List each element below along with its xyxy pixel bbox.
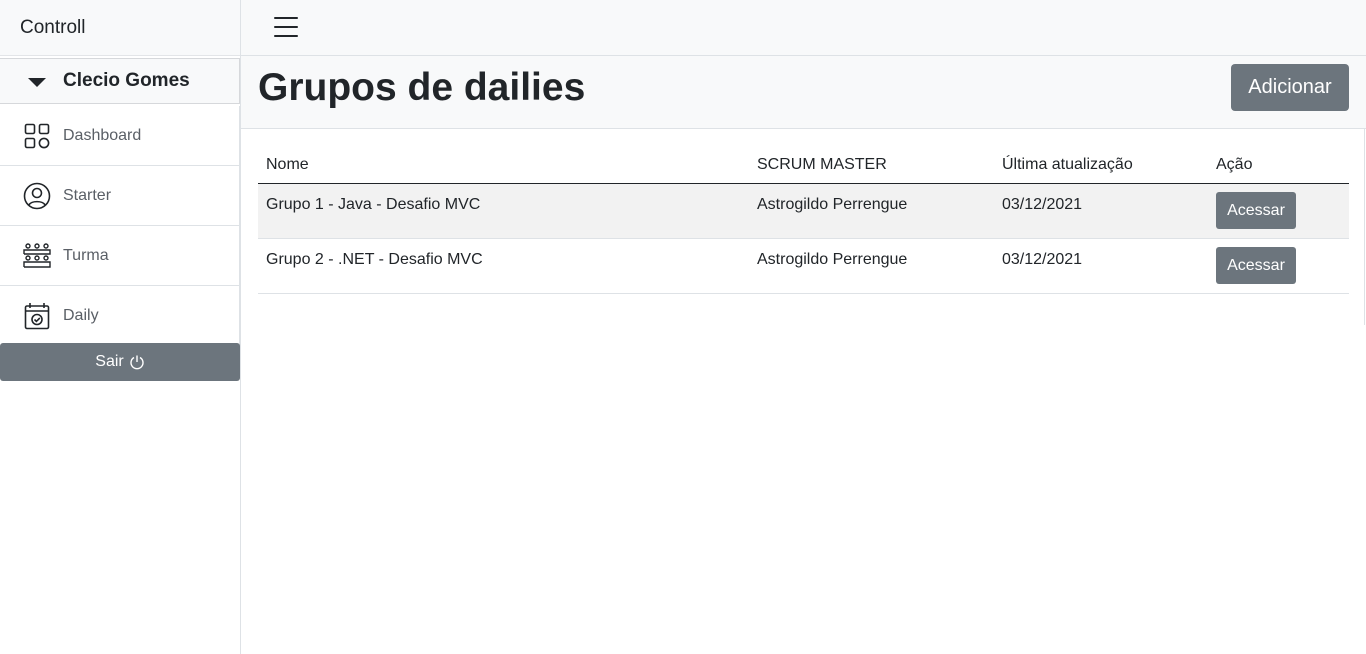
table-row: Grupo 1 - Java - Desafio MVC Astrogildo … [258, 183, 1349, 239]
top-navbar [241, 0, 1366, 56]
cell-group-name: Grupo 2 - .NET - Desafio MVC [258, 238, 749, 294]
brand-title[interactable]: Controll [0, 0, 240, 56]
sidebar-item-label: Starter [63, 186, 112, 204]
sidebar-item-label: Dashboard [63, 126, 142, 144]
cell-updated-date: 03/12/2021 [994, 183, 1208, 239]
page-header: Grupos de dailies Adicionar [241, 56, 1366, 129]
caret-down-icon [28, 77, 46, 87]
sidebar-item-turma[interactable]: Turma [0, 226, 239, 286]
cell-action: Acessar [1208, 183, 1349, 239]
sidebar-nav: Dashboard Starter Turma Daily [0, 106, 240, 346]
column-header-scrum-master: SCRUM MASTER [749, 146, 994, 184]
cell-scrum-master: Astrogildo Perrengue [749, 238, 994, 294]
sidebar-item-daily[interactable]: Daily [0, 286, 239, 346]
hamburger-menu-icon[interactable] [272, 14, 300, 40]
logout-button[interactable]: Sair [0, 343, 240, 381]
user-name: Clecio Gomes [63, 70, 190, 91]
power-icon [130, 355, 144, 370]
dashboard-grid-icon [23, 122, 51, 150]
cell-group-name: Grupo 1 - Java - Desafio MVC [258, 183, 749, 239]
user-menu-toggle[interactable]: Clecio Gomes [0, 58, 240, 104]
access-button[interactable]: Acessar [1216, 192, 1296, 229]
sidebar-item-label: Turma [63, 246, 109, 264]
column-header-acao: Ação [1208, 146, 1349, 184]
class-group-icon [23, 242, 51, 270]
groups-table: Nome SCRUM MASTER Última atualização Açã… [258, 146, 1349, 294]
access-button[interactable]: Acessar [1216, 247, 1296, 284]
sidebar-item-label: Daily [63, 307, 99, 324]
cell-updated-date: 03/12/2021 [994, 238, 1208, 294]
sidebar: Controll Clecio Gomes Dashboard Starter … [0, 0, 241, 654]
sidebar-item-dashboard[interactable]: Dashboard [0, 106, 239, 166]
logout-label: Sair [95, 353, 124, 370]
page-title: Grupos de dailies [258, 66, 586, 109]
add-button[interactable]: Adicionar [1231, 64, 1349, 111]
column-header-ultima-atualizacao: Última atualização [994, 146, 1208, 184]
table-row: Grupo 2 - .NET - Desafio MVC Astrogildo … [258, 238, 1349, 294]
table-header-row: Nome SCRUM MASTER Última atualização Açã… [258, 146, 1349, 184]
calendar-check-icon [23, 302, 51, 330]
sidebar-item-starter[interactable]: Starter [0, 166, 239, 226]
column-header-nome: Nome [258, 146, 749, 184]
cell-scrum-master: Astrogildo Perrengue [749, 183, 994, 239]
content-right-border [1364, 129, 1365, 325]
user-circle-icon [23, 182, 51, 210]
groups-table-container: Nome SCRUM MASTER Última atualização Açã… [258, 146, 1349, 294]
cell-action: Acessar [1208, 238, 1349, 294]
